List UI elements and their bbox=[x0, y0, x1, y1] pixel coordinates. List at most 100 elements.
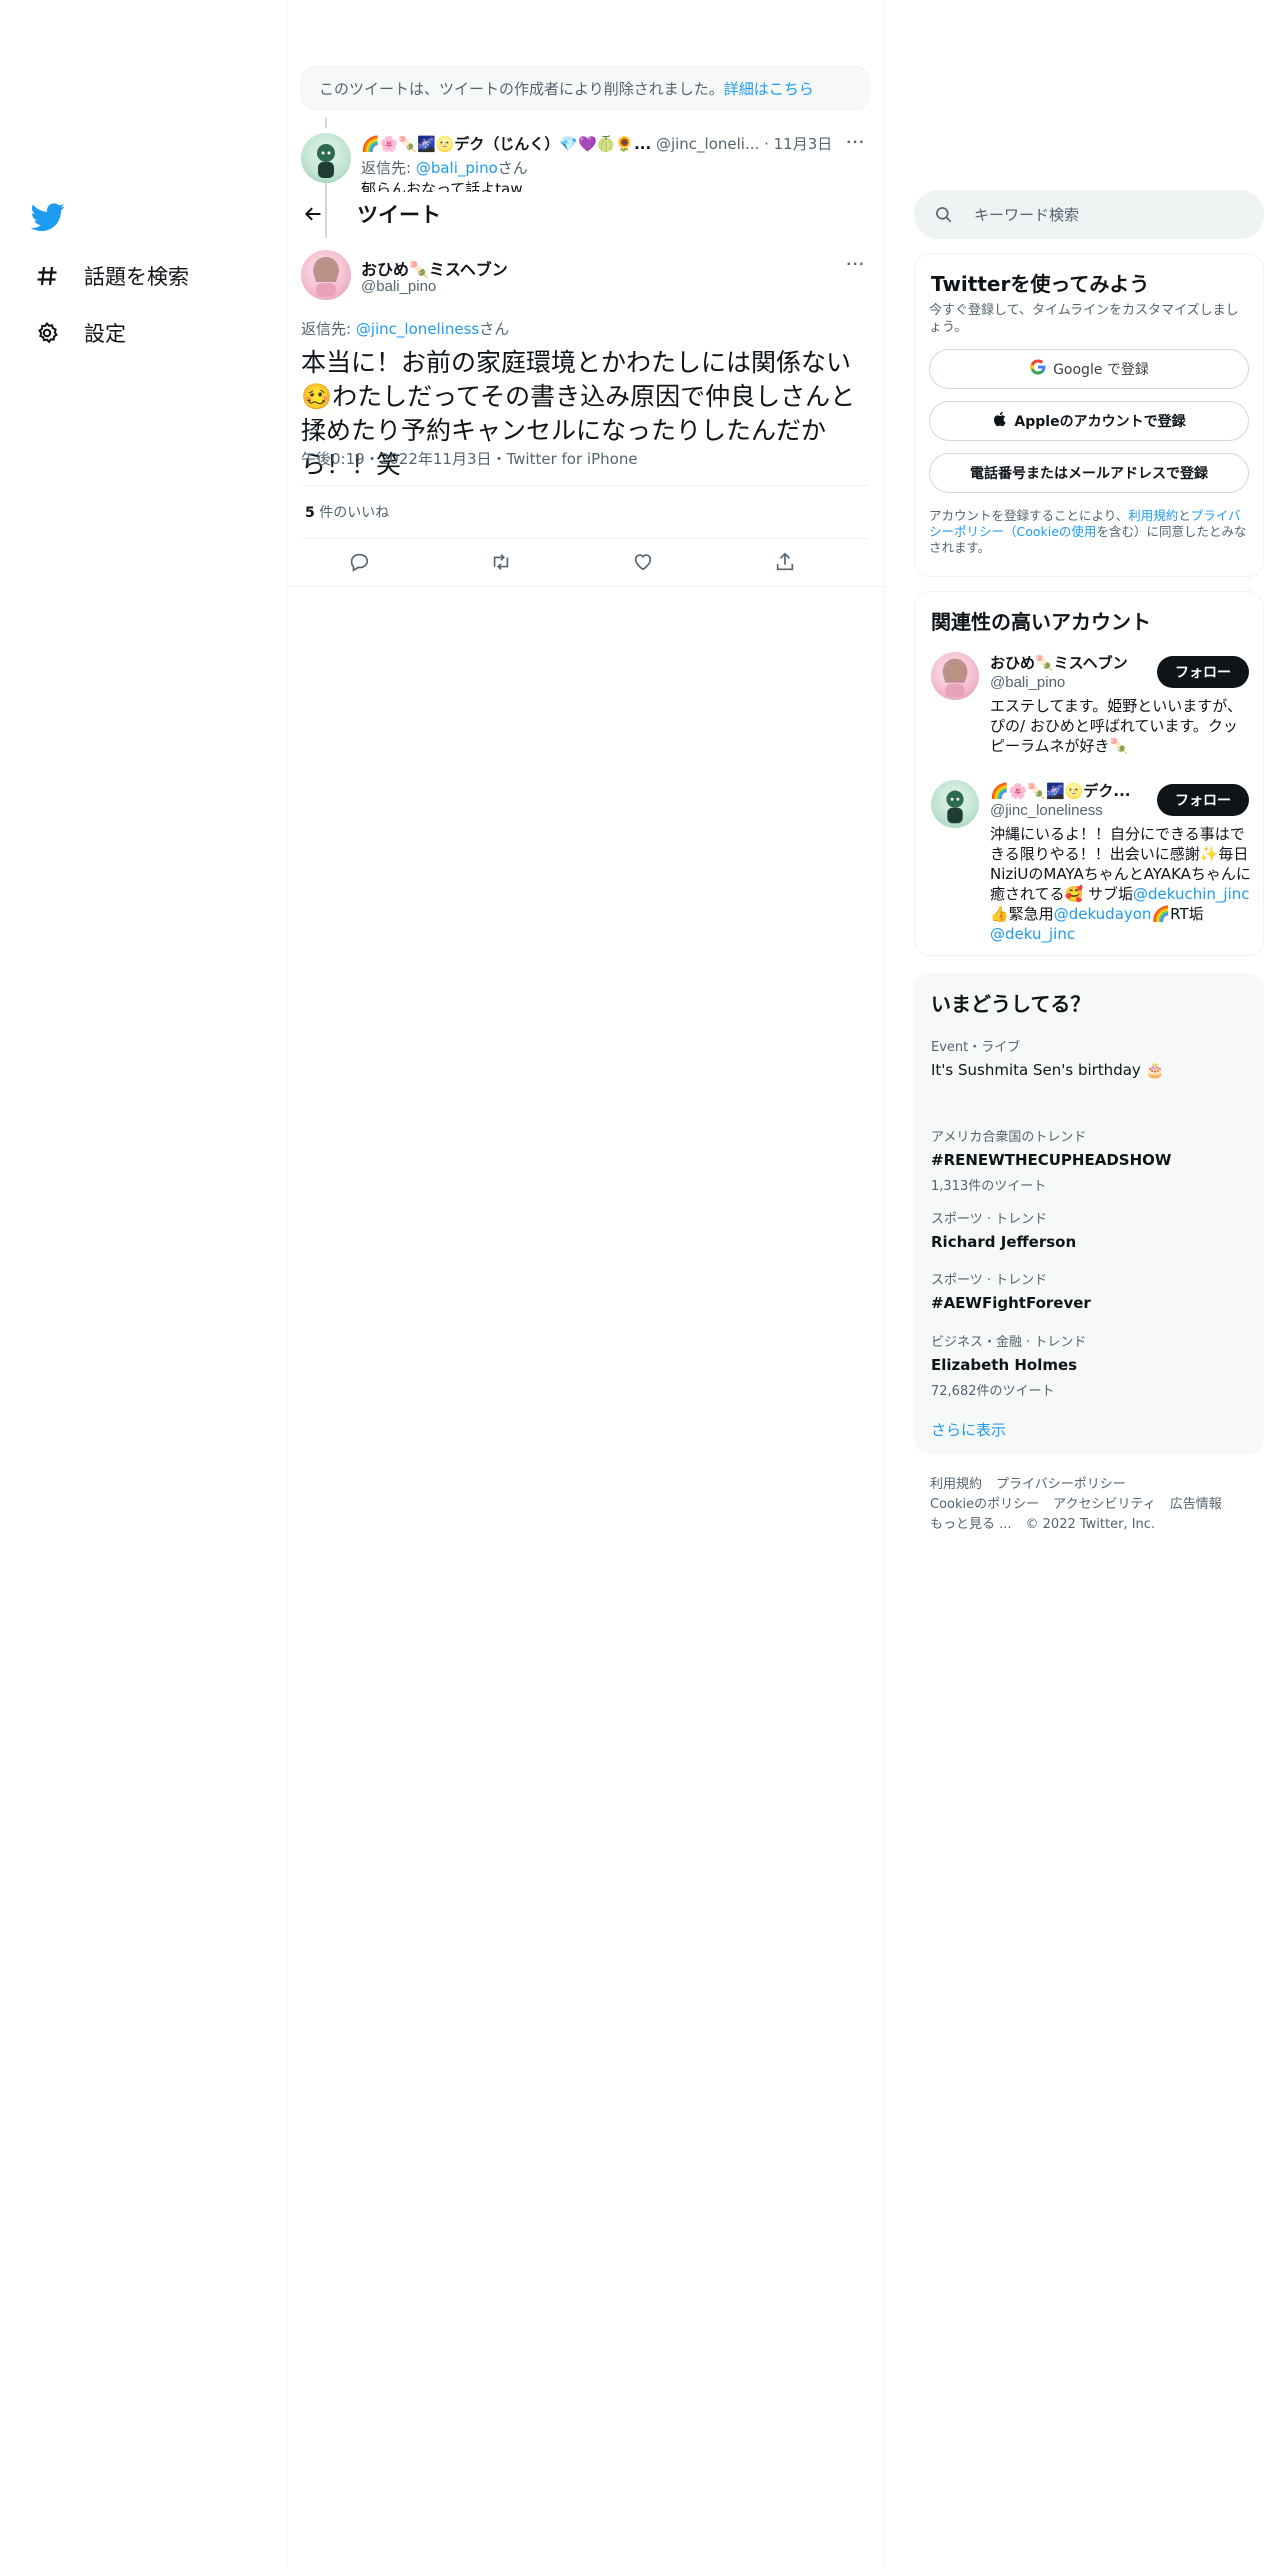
avatar[interactable] bbox=[931, 652, 979, 700]
account-name[interactable]: 🌈🌸🍡🌌🌝デク... bbox=[990, 780, 1150, 801]
author-name[interactable]: おひめ🍡ミスヘブン bbox=[361, 256, 508, 280]
deleted-notice-text: このツイートは、ツイートの作成者により削除されました。 bbox=[319, 79, 724, 98]
trend-item[interactable]: スポーツ · トレンド #AEWFightForever bbox=[931, 1269, 1251, 1312]
replying-prefix: 返信先: bbox=[361, 159, 412, 177]
trend-item[interactable]: ビジネス・金融 · トレンド Elizabeth Holmes 72,682件の… bbox=[931, 1331, 1251, 1399]
separator-dot: · bbox=[764, 135, 769, 153]
follow-button[interactable]: フォロー bbox=[1157, 656, 1249, 688]
twitter-logo-icon[interactable] bbox=[30, 200, 65, 234]
nav-settings[interactable]: 設定 bbox=[34, 311, 126, 355]
trend-title: Elizabeth Holmes bbox=[931, 1356, 1078, 1374]
likes-number: 5 bbox=[305, 505, 315, 521]
bio-mention-link[interactable]: @dekudayon bbox=[1054, 905, 1152, 923]
bio-mention-link[interactable]: @deku_jinc bbox=[990, 925, 1075, 943]
reply-icon[interactable] bbox=[345, 548, 373, 576]
replying-handle-link[interactable]: @bali_pino bbox=[416, 159, 498, 177]
signup-legal: アカウントを登録することにより、利用規約とプライバシーポリシー（Cookieの使… bbox=[929, 508, 1251, 556]
trend-item[interactable]: スポーツ · トレンド Richard Jefferson bbox=[931, 1208, 1251, 1251]
apple-signup-button[interactable]: Appleのアカウントで登録 bbox=[929, 401, 1249, 441]
tweet-header: ツイート bbox=[287, 196, 884, 232]
avatar[interactable] bbox=[931, 780, 979, 828]
tweet-actions bbox=[301, 548, 869, 576]
trend-count: 1,313件のツイート bbox=[931, 1179, 1047, 1194]
page-title: ツイート bbox=[357, 203, 441, 227]
nav-explore[interactable]: 話題を検索 bbox=[34, 254, 189, 298]
reply-tweet-body: 郁らんおなって話よtaw bbox=[361, 180, 523, 192]
reply-date[interactable]: 11月3日 bbox=[774, 135, 833, 153]
likes-count[interactable]: 5 件のいいね bbox=[305, 502, 389, 522]
footer-terms-link[interactable]: 利用規約 bbox=[930, 1477, 982, 1492]
relevant-accounts-title: 関連性の高いアカウント bbox=[931, 610, 1151, 634]
author-handle[interactable]: @bali_pino bbox=[361, 278, 436, 295]
replying-handle-link[interactable]: @jinc_loneliness bbox=[356, 320, 479, 338]
divider bbox=[301, 485, 869, 486]
apple-signup-label: Appleのアカウントで登録 bbox=[1014, 414, 1186, 430]
footer-privacy-link[interactable]: プライバシーポリシー bbox=[996, 1477, 1126, 1492]
footer-links: もっと見る ... © 2022 Twitter, Inc. bbox=[930, 1513, 1169, 1532]
follow-button[interactable]: フォロー bbox=[1157, 784, 1249, 816]
left-navigation: 話題を検索 設定 bbox=[0, 0, 286, 2568]
account-bio: エステしてます。姫野といいますが、ぴの/ おひめと呼ばれています。クッピーラムネ… bbox=[990, 697, 1243, 755]
footer-more-link[interactable]: もっと見る ... bbox=[930, 1517, 1012, 1532]
search-input[interactable] bbox=[974, 205, 1234, 224]
show-more-link[interactable]: さらに表示 bbox=[931, 1419, 1006, 1440]
avatar[interactable] bbox=[301, 133, 351, 183]
replying-prefix: 返信先: bbox=[301, 320, 352, 338]
phone-email-signup-button[interactable]: 電話番号またはメールアドレスで登録 bbox=[929, 453, 1249, 493]
trend-count: 72,682件のツイート bbox=[931, 1384, 1055, 1399]
main-column: このツイートは、ツイートの作成者により削除されました。 詳細はこちら 🌈🌸🍡🌌🌝… bbox=[287, 0, 884, 2568]
legal-prefix: アカウントを登録することにより、 bbox=[929, 508, 1129, 523]
trend-item[interactable]: Event・ライブ It's Sushmita Sen's birthday 🎂 bbox=[931, 1036, 1251, 1079]
signup-card: Twitterを使ってみよう 今すぐ登録して、タイムラインをカスタマイズしましょ… bbox=[914, 253, 1264, 577]
footer-links: Cookieのポリシー アクセシビリティ 広告情報 bbox=[930, 1493, 1236, 1512]
footer-copyright: © 2022 Twitter, Inc. bbox=[1025, 1517, 1156, 1532]
trend-title: #AEWFightForever bbox=[931, 1294, 1091, 1312]
avatar[interactable] bbox=[301, 250, 351, 300]
more-options-icon[interactable]: ··· bbox=[841, 256, 871, 276]
trend-title: #RENEWTHECUPHEADSHOW bbox=[931, 1151, 1172, 1169]
trend-title: It's Sushmita Sen's birthday 🎂 bbox=[931, 1061, 1165, 1079]
search-icon bbox=[934, 205, 954, 225]
reply-replying-to: 返信先: @bali_pinoさん bbox=[361, 157, 528, 178]
footer-ads-link[interactable]: 広告情報 bbox=[1170, 1497, 1222, 1512]
google-signup-button[interactable]: Google で登録 bbox=[929, 349, 1249, 389]
learn-more-link[interactable]: 詳細はこちら bbox=[724, 78, 814, 99]
retweet-icon[interactable] bbox=[487, 548, 515, 576]
apple-icon bbox=[992, 410, 1014, 432]
trend-category: ビジネス・金融 · トレンド bbox=[931, 1335, 1087, 1350]
signup-subtitle: 今すぐ登録して、タイムラインをカスタマイズしましょう。 bbox=[929, 303, 1239, 335]
reply-tweet-header: 🌈🌸🍡🌌🌝デク（じんく）💎💜🍈🌻... @jinc_loneli... · 11… bbox=[361, 133, 871, 154]
account-handle[interactable]: @jinc_loneliness bbox=[990, 802, 1103, 819]
signup-title: Twitterを使ってみよう bbox=[931, 272, 1150, 296]
trend-category: スポーツ · トレンド bbox=[931, 1212, 1048, 1227]
footer-accessibility-link[interactable]: アクセシビリティ bbox=[1053, 1497, 1156, 1512]
footer-cookie-link[interactable]: Cookieのポリシー bbox=[930, 1497, 1039, 1512]
search-bar[interactable] bbox=[914, 190, 1264, 239]
back-arrow-icon[interactable] bbox=[301, 202, 325, 226]
share-icon[interactable] bbox=[771, 548, 799, 576]
trend-item[interactable]: アメリカ合衆国のトレンド #RENEWTHECUPHEADSHOW 1,313件… bbox=[931, 1126, 1251, 1194]
trend-category: Event・ライブ bbox=[931, 1040, 1021, 1055]
trend-title: Richard Jefferson bbox=[931, 1233, 1077, 1251]
bio-text: 🌈RT垢 bbox=[1151, 905, 1204, 923]
account-handle[interactable]: @bali_pino bbox=[990, 674, 1065, 691]
legal-and: と bbox=[1178, 508, 1191, 523]
gear-icon bbox=[34, 320, 60, 346]
trend-category: スポーツ · トレンド bbox=[931, 1273, 1048, 1288]
reply-author-name[interactable]: 🌈🌸🍡🌌🌝デク（じんく）💎💜🍈🌻... bbox=[361, 135, 651, 153]
account-name[interactable]: おひめ🍡ミスヘブン bbox=[990, 652, 1150, 673]
likes-label: 件のいいね bbox=[319, 505, 390, 521]
relevant-accounts-card: 関連性の高いアカウント おひめ🍡ミスヘブン @bali_pino フォロー エス… bbox=[914, 591, 1264, 956]
google-icon bbox=[1029, 358, 1053, 380]
reply-author-handle[interactable]: @jinc_loneli... bbox=[656, 135, 759, 153]
tweet-timestamp[interactable]: 午後0:19・2022年11月3日・Twitter for iPhone bbox=[301, 448, 638, 469]
like-icon[interactable] bbox=[629, 548, 657, 576]
phone-email-signup-label: 電話番号またはメールアドレスで登録 bbox=[970, 466, 1208, 482]
terms-link[interactable]: 利用規約 bbox=[1128, 508, 1178, 523]
account-bio: 沖縄にいるよ！！自分にできる事はできる限りやる！！出会いに感謝✨毎日NiziUの… bbox=[990, 824, 1252, 944]
tweet-replying-to: 返信先: @jinc_lonelinessさん bbox=[301, 318, 509, 339]
more-options-icon[interactable]: ··· bbox=[841, 134, 871, 154]
bio-mention-link[interactable]: @dekuchin_jinc bbox=[1133, 885, 1250, 903]
divider bbox=[301, 538, 869, 539]
trend-category: アメリカ合衆国のトレンド bbox=[931, 1130, 1087, 1145]
